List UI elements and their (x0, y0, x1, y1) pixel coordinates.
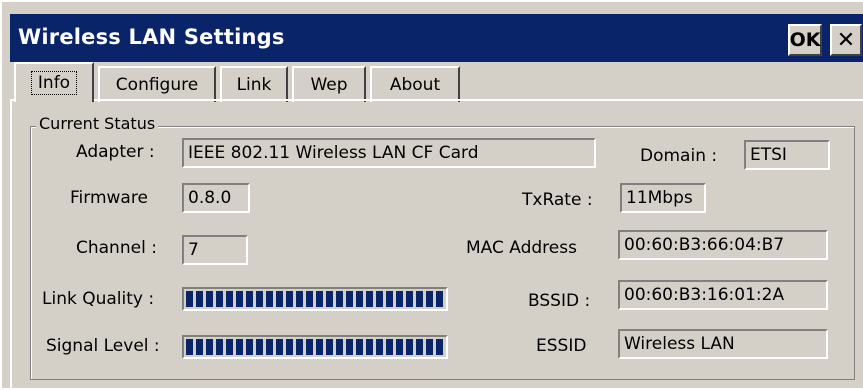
tab-configure[interactable]: Configure (98, 66, 216, 102)
tab-info-label: Info (30, 71, 78, 95)
domain-field: ETSI (744, 140, 830, 170)
link-quality-bar-fill (186, 291, 444, 307)
current-status-legend: Current Status (36, 114, 159, 133)
adapter-label: Adapter : (76, 142, 155, 162)
tab-about-label: About (389, 75, 441, 95)
tab-link[interactable]: Link (220, 66, 288, 102)
tab-link-label: Link (236, 75, 272, 95)
title-bar: Wireless LAN Settings OK ✕ (10, 14, 863, 62)
bssid-label: BSSID : (528, 291, 591, 311)
firmware-label: Firmware (70, 188, 148, 208)
tab-about[interactable]: About (370, 66, 460, 102)
close-icon: ✕ (836, 27, 856, 53)
txrate-label: TxRate : (522, 190, 593, 210)
window-title: Wireless LAN Settings (18, 25, 285, 49)
tab-configure-label: Configure (115, 75, 199, 95)
mac-address-label: MAC Address (466, 238, 577, 258)
signal-level-bar (182, 335, 448, 359)
ok-button[interactable]: OK (788, 24, 822, 56)
link-quality-label: Link Quality : (42, 289, 155, 309)
adapter-field: IEEE 802.11 Wireless LAN CF Card (182, 138, 596, 168)
essid-field: Wireless LAN (618, 329, 828, 359)
channel-label: Channel : (76, 238, 157, 258)
link-quality-bar (182, 287, 448, 311)
tab-wep-label: Wep (310, 75, 348, 95)
essid-label: ESSID (536, 336, 587, 356)
wireless-lan-settings-window: Wireless LAN Settings OK ✕ Info Configur… (0, 0, 863, 390)
signal-level-label: Signal Level : (46, 336, 160, 356)
bssid-field: 00:60:B3:16:01:2A (618, 280, 828, 310)
close-button[interactable]: ✕ (830, 24, 862, 56)
txrate-field: 11Mbps (620, 183, 706, 213)
signal-level-bar-fill (186, 339, 444, 355)
tab-wep[interactable]: Wep (292, 66, 366, 102)
tab-info[interactable]: Info (14, 62, 94, 102)
domain-label: Domain : (640, 146, 718, 166)
channel-field: 7 (182, 235, 248, 265)
firmware-field: 0.8.0 (182, 183, 250, 213)
mac-address-field: 00:60:B3:66:04:B7 (618, 230, 828, 260)
